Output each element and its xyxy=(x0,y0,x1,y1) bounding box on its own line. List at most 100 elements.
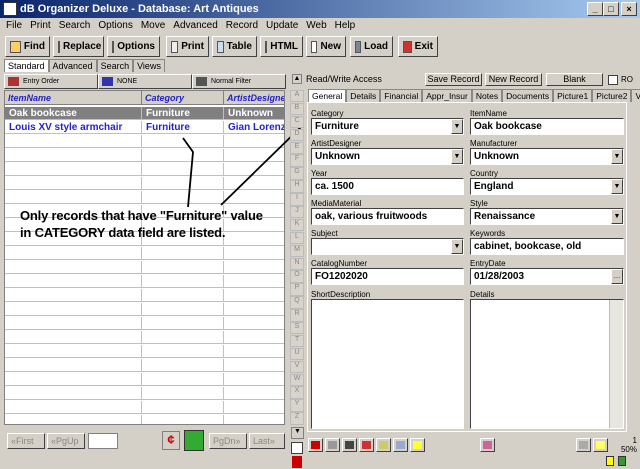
table-button[interactable]: Table xyxy=(212,36,257,57)
menu-move[interactable]: Move xyxy=(137,18,169,33)
refresh-icon[interactable] xyxy=(359,438,374,452)
letter-index-button[interactable]: R xyxy=(290,309,304,322)
letter-index-button[interactable]: A xyxy=(290,90,304,103)
empty-row[interactable] xyxy=(5,345,284,358)
empty-row[interactable] xyxy=(5,135,284,148)
details-field[interactable] xyxy=(470,299,624,429)
empty-row[interactable] xyxy=(5,177,284,190)
letter-index-button[interactable]: T xyxy=(290,334,304,348)
letter-index-button[interactable]: I xyxy=(290,193,304,206)
letter-index-button[interactable]: C xyxy=(290,115,304,129)
menu-print[interactable]: Print xyxy=(26,18,55,33)
empty-row[interactable] xyxy=(5,401,284,414)
tab-notes[interactable]: Notes xyxy=(471,89,503,102)
tab-documents[interactable]: Documents xyxy=(502,89,554,102)
letter-index-button[interactable]: S xyxy=(290,322,304,335)
entrydate-field[interactable]: 01/28/2003… xyxy=(470,268,624,285)
tab-more[interactable]: Vi xyxy=(631,89,640,102)
table-row[interactable]: Louis XV style armchair Furniture Gian L… xyxy=(5,121,284,134)
minimize-button[interactable]: _ xyxy=(587,2,603,16)
empty-row[interactable] xyxy=(5,303,284,316)
page-up-button[interactable]: «PgUp xyxy=(47,433,85,449)
first-record-button[interactable]: «First xyxy=(7,433,45,449)
letter-index-button[interactable]: E xyxy=(290,141,304,154)
printer-icon[interactable] xyxy=(325,438,340,452)
letter-index-button[interactable]: K xyxy=(290,218,304,232)
empty-row[interactable] xyxy=(5,387,284,400)
blank-button[interactable]: Blank xyxy=(546,73,603,86)
load-button[interactable]: Load xyxy=(350,36,393,57)
tab-advanced[interactable]: Advanced xyxy=(48,59,97,72)
table-row[interactable]: Oak bookcase Furniture Unknown xyxy=(5,107,284,120)
letter-index-button[interactable]: B xyxy=(290,102,304,116)
letter-index-button[interactable]: H xyxy=(290,180,304,193)
menu-web[interactable]: Web xyxy=(302,18,330,33)
menu-advanced[interactable]: Advanced xyxy=(169,18,221,33)
html-button[interactable]: HTML xyxy=(260,36,303,57)
save-record-button[interactable]: Save Record xyxy=(425,73,482,86)
menu-update[interactable]: Update xyxy=(262,18,302,33)
letter-index-button[interactable]: P xyxy=(290,283,304,296)
empty-row[interactable] xyxy=(5,261,284,274)
chevron-down-icon[interactable]: ▼ xyxy=(451,149,463,164)
column-header-category[interactable]: Category xyxy=(142,91,224,105)
empty-row[interactable] xyxy=(5,373,284,386)
empty-row[interactable] xyxy=(5,289,284,302)
empty-row[interactable] xyxy=(5,149,284,162)
chevron-down-icon[interactable]: ▼ xyxy=(611,209,623,224)
letter-index-button[interactable]: N xyxy=(290,257,304,270)
shortdesc-field[interactable] xyxy=(311,299,464,429)
record-jump-input[interactable] xyxy=(88,433,118,449)
media-field[interactable]: oak, various fruitwoods xyxy=(311,208,464,225)
tab-views[interactable]: Views xyxy=(133,59,165,72)
exit-button[interactable]: Exit xyxy=(398,36,438,57)
replace-button[interactable]: Replace xyxy=(53,36,104,57)
new-button[interactable]: New xyxy=(306,36,346,57)
tab-standard[interactable]: Standard xyxy=(4,59,49,72)
letter-index-button[interactable]: W xyxy=(290,373,304,386)
export-icon[interactable] xyxy=(393,438,408,452)
letter-index-button[interactable]: U xyxy=(290,347,304,361)
details-scrollbar[interactable] xyxy=(609,300,623,428)
close-button[interactable]: × xyxy=(621,2,637,16)
tab-appr-insur[interactable]: Appr_Insur xyxy=(422,89,472,102)
country-field[interactable]: England ▼ xyxy=(470,178,624,195)
tab-general[interactable]: General xyxy=(308,89,347,102)
letter-index-button[interactable]: Q xyxy=(290,296,304,309)
year-field[interactable]: ca. 1500 xyxy=(311,178,464,195)
lightbulb-icon[interactable] xyxy=(410,438,425,452)
tab-details[interactable]: Details xyxy=(346,89,381,102)
letter-index-button[interactable]: F xyxy=(290,154,304,167)
app-icon[interactable] xyxy=(3,2,17,16)
letter-index-button[interactable]: X xyxy=(290,386,304,399)
category-field[interactable]: Furniture ▼ xyxy=(311,118,464,135)
chevron-down-icon[interactable]: ▼ xyxy=(611,149,623,164)
maximize-button[interactable]: □ xyxy=(603,2,619,16)
empty-row[interactable] xyxy=(5,331,284,344)
letter-index-button[interactable]: J xyxy=(290,206,304,219)
letter-index-button[interactable]: Z xyxy=(290,412,304,425)
filter-button[interactable]: Normal Filter xyxy=(192,74,286,89)
letter-index-button[interactable]: L xyxy=(290,231,304,245)
artist-field[interactable]: Unknown ▼ xyxy=(311,148,464,165)
record-checkbox[interactable] xyxy=(291,442,303,454)
print-button[interactable]: Print xyxy=(166,36,209,57)
column-header-artistdesigner[interactable]: ArtistDesigner xyxy=(224,91,284,105)
refresh-icon[interactable]: ¢ xyxy=(162,431,180,450)
catalog-field[interactable]: FO1202020 xyxy=(311,268,464,285)
style-field[interactable]: Renaissance ▼ xyxy=(470,208,624,225)
menu-search[interactable]: Search xyxy=(55,18,95,33)
empty-row[interactable] xyxy=(5,359,284,372)
last-record-button[interactable]: Last» xyxy=(249,433,285,449)
letter-index-button[interactable]: D xyxy=(290,128,304,142)
empty-row[interactable] xyxy=(5,275,284,288)
tab-financial[interactable]: Financial xyxy=(380,89,423,102)
menu-help[interactable]: Help xyxy=(331,18,360,33)
options-button[interactable]: Options xyxy=(107,36,160,57)
page-down-button[interactable]: PgDn» xyxy=(209,433,247,449)
empty-row[interactable] xyxy=(5,317,284,330)
manufacturer-field[interactable]: Unknown ▼ xyxy=(470,148,624,165)
tab-picture1[interactable]: Picture1 xyxy=(553,89,593,102)
menu-record[interactable]: Record xyxy=(222,18,262,33)
tab-search[interactable]: Search xyxy=(96,59,134,72)
